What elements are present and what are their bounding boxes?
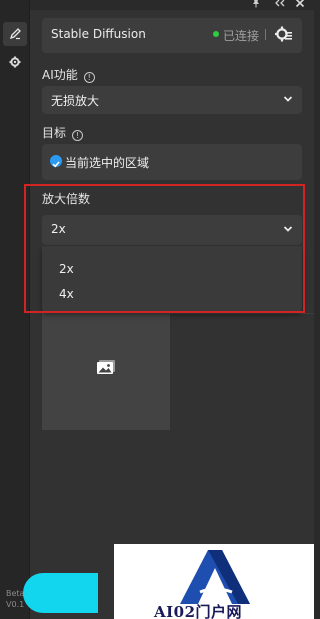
preview-area[interactable] [42, 312, 170, 430]
connection-settings-button[interactable] [275, 26, 293, 46]
target-option: 当前选中的区域 [65, 156, 150, 170]
generate-button[interactable] [23, 573, 98, 613]
connection-card: Stable Diffusion [42, 18, 302, 53]
connection-status: 已连接 [223, 29, 260, 43]
chevron-down-icon [283, 96, 293, 102]
ai-function-select[interactable]: 无损放大 [42, 86, 302, 114]
status-dot [213, 31, 219, 37]
connection-title: Stable Diffusion [51, 27, 146, 41]
watermark-text: AI02门户网 [154, 603, 243, 619]
dropdown-option-4x[interactable]: 4x [59, 287, 74, 301]
info-icon[interactable]: ! [83, 72, 95, 83]
separator [265, 29, 266, 40]
info-icon[interactable]: ! [72, 130, 84, 141]
plugin-window: Beta V0.1 Stable Diffusion 已连接 AI功能 ! 无损… [0, 0, 314, 619]
version-label: Beta V0.1 [6, 589, 25, 609]
scale-value: 2x [51, 222, 66, 236]
chevron-down-icon [283, 226, 293, 232]
brush-icon [9, 28, 21, 40]
watermark: AI02门户网 [114, 544, 314, 619]
image-icon [97, 360, 115, 374]
watermark-logo [180, 550, 250, 604]
scale-dropdown-menu: 2x 4x [42, 246, 302, 312]
checkmark-icon [50, 155, 62, 168]
plugin-settings-icon [275, 26, 292, 42]
scale-label: 放大倍数 [42, 192, 91, 206]
main-panel: Stable Diffusion 已连接 AI功能! 无损放大 目标 ! 当前选… [30, 10, 314, 619]
ai-function-value: 无损放大 [51, 94, 100, 108]
target-card[interactable]: 当前选中的区域 [42, 144, 302, 180]
brush-tool-button[interactable] [3, 22, 27, 46]
window-controls [30, 0, 314, 10]
settings-tool-button[interactable] [3, 50, 27, 74]
dropdown-option-2x[interactable]: 2x [59, 262, 74, 276]
gear-icon [9, 56, 21, 68]
ai-function-label: AI功能! [42, 66, 95, 83]
tool-rail: Beta V0.1 [0, 0, 30, 619]
target-label: 目标! [42, 124, 84, 141]
scale-select[interactable]: 2x [42, 215, 302, 245]
